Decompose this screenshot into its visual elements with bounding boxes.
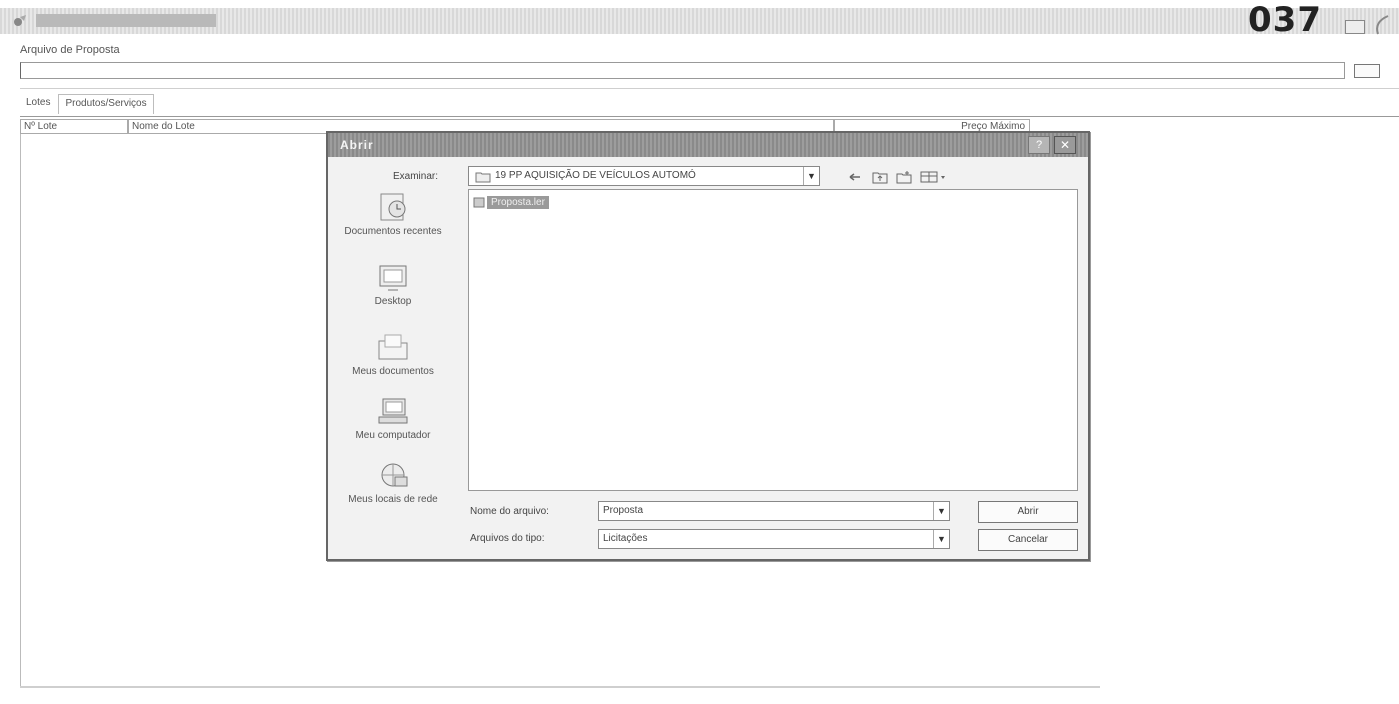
help-button[interactable]: ? [1028,136,1050,154]
places-bar: Documentos recentes Desktop Meus documen… [328,191,458,531]
place-my-documents[interactable]: Meus documentos [328,331,458,377]
column-header-lot-number[interactable]: Nº Lote [20,119,128,134]
dialog-titlebar: Abrir ? ✕ [328,133,1088,157]
file-name-field[interactable]: Proposta ▼ [598,501,950,521]
open-file-dialog: Abrir ? ✕ Examinar: 19 PP AQUISIÇÃO DE V… [326,131,1090,561]
my-computer-icon [378,398,408,424]
app-icon [14,15,26,26]
place-label: Desktop [374,296,412,307]
page-stamp: 037 [1248,0,1322,40]
place-label: Meu computador [355,430,431,441]
proposal-file-input[interactable] [20,62,1345,79]
file-type-label: Arquivos do tipo: [470,533,545,544]
view-menu-icon[interactable] [920,170,950,184]
desktop-icon [379,265,407,291]
look-in-value: 19 PP AQUISIÇÃO DE VEÍCULOS AUTOMÓ [495,170,696,181]
recent-documents-icon [380,193,406,221]
dialog-title: Abrir [340,138,374,152]
look-in-dropdown[interactable]: 19 PP AQUISIÇÃO DE VEÍCULOS AUTOMÓ ▼ [468,166,820,186]
chevron-down-icon[interactable]: ▼ [933,502,949,520]
up-folder-icon[interactable] [872,170,888,184]
status-bar-line [20,686,1100,688]
file-list[interactable]: Proposta.ler [468,189,1078,491]
browse-button[interactable] [1354,64,1380,78]
file-item[interactable]: Proposta.ler [473,195,549,209]
new-folder-icon[interactable] [896,170,912,184]
dialog-close-button[interactable]: ✕ [1054,136,1076,154]
proposal-file-label: Arquivo de Proposta [20,44,120,56]
chevron-down-icon[interactable]: ▼ [933,530,949,548]
my-documents-icon [378,334,408,360]
close-window-icon[interactable] [1372,14,1396,36]
file-type-dropdown[interactable]: Licitações ▼ [598,529,950,549]
look-in-label: Examinar: [393,171,439,182]
file-name-label: Nome do arquivo: [470,506,549,517]
file-name-value: Proposta [603,505,644,516]
cancel-button[interactable]: Cancelar [978,529,1078,551]
place-label: Documentos recentes [344,226,442,237]
separator [20,88,1399,89]
network-places-icon [381,463,408,487]
tab-produtos-servicos[interactable]: Produtos/Serviços [58,94,154,114]
place-label: Meus locais de rede [348,494,438,505]
tab-panel-border [20,116,1399,117]
open-button[interactable]: Abrir [978,501,1078,523]
back-icon[interactable] [848,170,862,184]
place-network[interactable]: Meus locais de rede [328,461,458,505]
main-titlebar [0,8,1399,34]
window-title [36,14,216,27]
file-name: Proposta.ler [487,195,549,209]
file-icon [473,197,485,207]
place-label: Meus documentos [352,366,434,377]
tab-strip: Lotes Produtos/Serviços [20,94,156,116]
place-recent-documents[interactable]: Documentos recentes [328,191,458,237]
place-desktop[interactable]: Desktop [328,263,458,307]
folder-icon [475,172,491,183]
place-my-computer[interactable]: Meu computador [328,397,458,441]
chevron-down-icon[interactable]: ▼ [803,167,819,185]
minimize-button[interactable] [1345,20,1365,34]
file-type-value: Licitações [603,533,648,544]
tab-lotes[interactable]: Lotes [20,94,57,114]
